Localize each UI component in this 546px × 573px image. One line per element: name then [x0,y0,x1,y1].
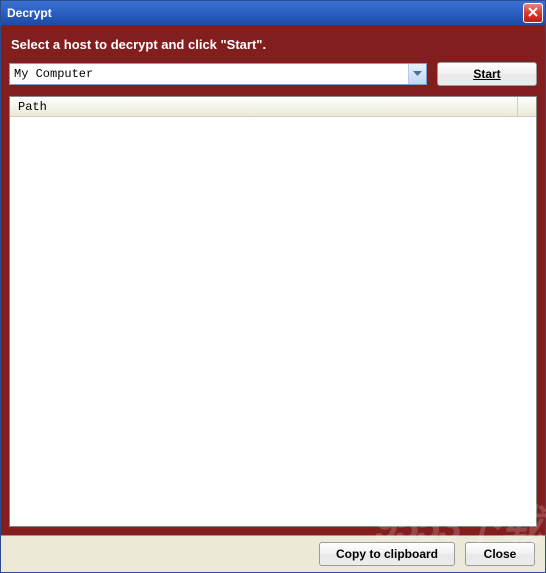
footer: Copy to clipboard Close [1,535,545,572]
host-select[interactable]: My Computer [9,63,427,85]
close-icon [528,6,538,20]
window-close-button[interactable] [523,3,543,23]
start-button-rest: tart [481,67,500,81]
host-select-value: My Computer [14,67,93,81]
close-button[interactable]: Close [465,542,535,566]
list-body[interactable] [10,117,536,526]
column-header-path[interactable]: Path [10,97,518,116]
dropdown-arrow [408,64,426,84]
path-list-panel: Path [9,96,537,527]
chevron-down-icon [413,67,422,81]
titlebar[interactable]: Decrypt [1,1,545,25]
copy-to-clipboard-button[interactable]: Copy to clipboard [319,542,455,566]
window-title: Decrypt [7,6,52,20]
header-spacer [518,97,536,116]
decrypt-window: Decrypt Select a host to decrypt and cli… [0,0,546,573]
list-header: Path [10,97,536,117]
start-button[interactable]: Start [437,62,537,86]
host-row: My Computer Start [9,62,537,86]
instruction-text: Select a host to decrypt and click "Star… [11,37,535,52]
content-area: Select a host to decrypt and click "Star… [1,25,545,535]
